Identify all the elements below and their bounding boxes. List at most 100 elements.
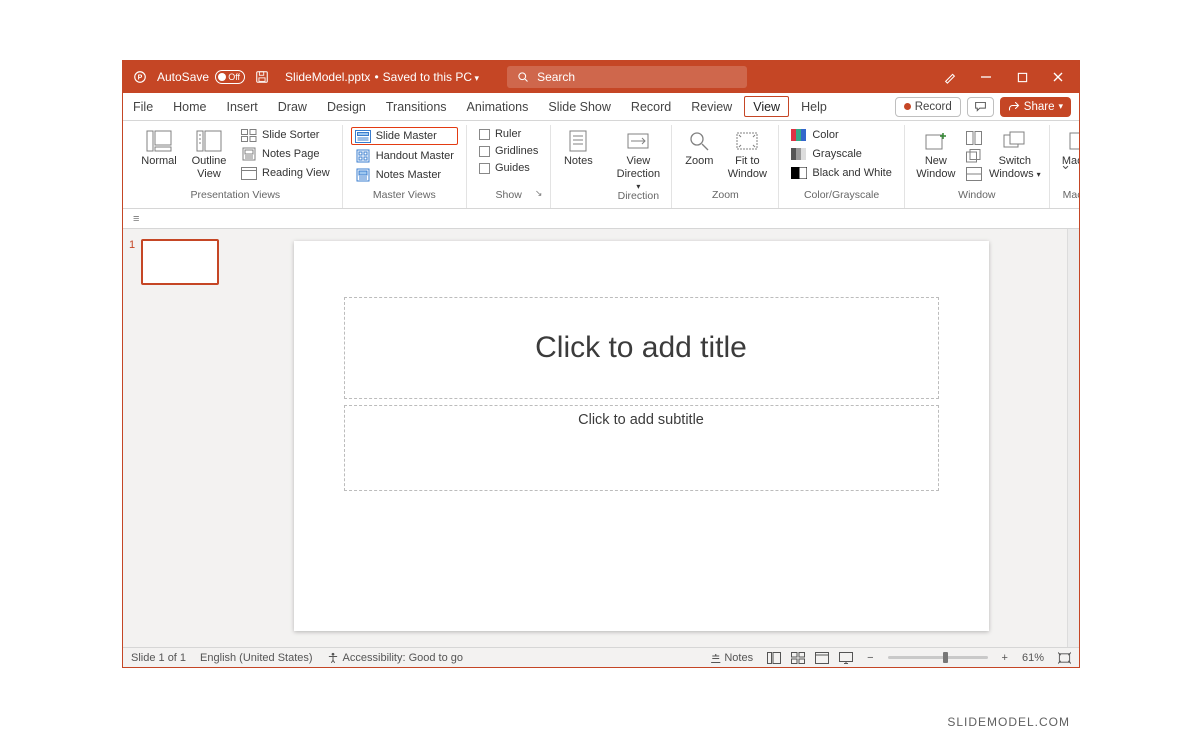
tab-transitions[interactable]: Transitions [376,93,457,120]
slideshow-status-icon[interactable] [839,652,853,664]
group-label-macros: Macros [1058,187,1080,205]
reading-view-button[interactable]: Reading View [237,165,334,181]
tab-record[interactable]: Record [621,93,681,120]
comment-icon [974,100,987,113]
slide-master-icon [355,129,371,143]
notes-toggle[interactable]: ≐Notes [711,651,753,664]
record-button[interactable]: Record [895,97,961,117]
notes-master-button[interactable]: Notes Master [351,167,458,183]
grayscale-icon [791,147,807,161]
document-title-area[interactable]: SlideModel.pptx • Saved to this PC [285,70,479,84]
color-button[interactable]: Color [787,127,895,143]
normal-view-status-icon[interactable] [767,652,781,664]
zoom-in-button[interactable]: + [1002,652,1008,664]
new-window-button[interactable]: New Window [913,127,959,180]
view-direction-icon [625,129,651,153]
slide-sorter-icon [241,128,257,142]
dialog-launcher-icon[interactable]: ↘ [535,188,543,199]
powerpoint-app-icon: P [133,70,147,84]
slide-master-button[interactable]: Slide Master [351,127,458,145]
ribbon: Normal Outline View Slide Sorter Notes P… [123,121,1079,209]
watermark: SLIDEMODEL.COM [947,715,1070,729]
autosave-toggle[interactable]: AutoSave Off [157,70,245,84]
toggle-switch[interactable]: Off [215,70,245,84]
workspace: 1 Click to add title Click to add subtit… [123,229,1079,647]
save-icon[interactable] [255,70,269,84]
subtitle-placeholder[interactable]: Click to add subtitle [344,405,939,491]
vertical-scrollbar[interactable] [1067,229,1079,647]
tab-help[interactable]: Help [791,93,837,120]
view-direction-button[interactable]: View Direction ▾ [613,127,663,193]
tab-insert[interactable]: Insert [217,93,268,120]
tab-home[interactable]: Home [163,93,216,120]
ruler-checkbox[interactable]: Ruler [475,127,542,141]
handout-master-button[interactable]: Handout Master [351,148,458,164]
group-label-color: Color/Grayscale [787,187,895,205]
filename: SlideModel.pptx [285,70,370,84]
slide-thumbnail-1[interactable] [141,239,219,285]
group-label-show: Show↘ [475,187,542,205]
group-direction: View Direction ▾ Direction [605,125,672,208]
slide-canvas[interactable]: Click to add title Click to add subtitle [294,241,989,631]
split-icon[interactable] [966,167,982,181]
notes-icon: ≐ [711,651,720,664]
fit-to-window-icon [734,129,760,153]
view-mode-buttons [767,652,853,664]
tab-review[interactable]: Review [681,93,742,120]
tab-draw[interactable]: Draw [268,93,317,120]
status-bar: Slide 1 of 1 English (United States) Acc… [123,647,1079,667]
outline-view-button[interactable]: Outline View [187,127,231,180]
quick-access-overflow-icon[interactable]: ≡ [133,213,139,225]
gridlines-checkbox[interactable]: Gridlines [475,144,542,158]
grayscale-button[interactable]: Grayscale [787,146,895,162]
tab-slideshow[interactable]: Slide Show [538,93,621,120]
normal-view-button[interactable]: Normal [137,127,181,168]
ribbon-collapse-button[interactable]: ⌄ [1060,157,1071,173]
zoom-out-button[interactable]: − [867,652,873,664]
minimize-button[interactable] [979,70,993,84]
title-placeholder[interactable]: Click to add title [344,297,939,399]
accessibility-status[interactable]: Accessibility: Good to go [327,652,463,664]
notes-master-icon [355,168,371,182]
group-label-window: Window [913,187,1041,205]
notes-button[interactable]: Notes [559,127,597,168]
share-button[interactable]: Share▾ [1000,97,1071,117]
slide-counter[interactable]: Slide 1 of 1 [131,652,186,664]
ink-icon[interactable] [943,70,957,84]
reading-view-status-icon[interactable] [815,652,829,664]
guides-checkbox[interactable]: Guides [475,161,542,175]
notes-page-button[interactable]: Notes Page [237,146,334,162]
record-dot-icon [904,103,911,110]
group-label-presentation-views: Presentation Views [137,187,334,205]
maximize-button[interactable] [1015,70,1029,84]
cascade-icon[interactable] [966,149,982,163]
search-box[interactable]: Search [507,66,747,88]
zoom-slider[interactable] [888,656,988,659]
fit-to-window-button[interactable]: Fit to Window [724,127,770,180]
group-zoom: Zoom Fit to Window Zoom [672,125,779,208]
tab-view[interactable]: View [744,96,789,117]
comments-button[interactable] [967,97,994,117]
language-status[interactable]: English (United States) [200,652,313,664]
thumbnail-number: 1 [129,239,135,285]
tab-file[interactable]: File [123,93,163,120]
saved-status: Saved to this PC [383,70,479,84]
powerpoint-window: P AutoSave Off SlideModel.pptx • Saved t… [122,60,1080,668]
normal-view-icon [146,129,172,153]
tab-design[interactable]: Design [317,93,376,120]
fit-slide-button[interactable] [1058,652,1071,664]
slide-sorter-button[interactable]: Slide Sorter [237,127,334,143]
black-white-icon [791,166,807,180]
handout-master-icon [355,149,371,163]
zoom-percent[interactable]: 61% [1022,652,1044,664]
slide-sorter-status-icon[interactable] [791,652,805,664]
tab-animations[interactable]: Animations [457,93,539,120]
black-white-button[interactable]: Black and White [787,165,895,181]
slide-thumbnail-panel[interactable]: 1 [123,229,235,647]
close-button[interactable] [1051,70,1065,84]
zoom-button[interactable]: Zoom [680,127,718,168]
window-small-buttons [965,127,983,181]
group-color-grayscale: Color Grayscale Black and White Color/Gr… [779,125,904,208]
arrange-all-icon[interactable] [966,131,982,145]
switch-windows-button[interactable]: Switch Windows ▾ [989,127,1041,180]
